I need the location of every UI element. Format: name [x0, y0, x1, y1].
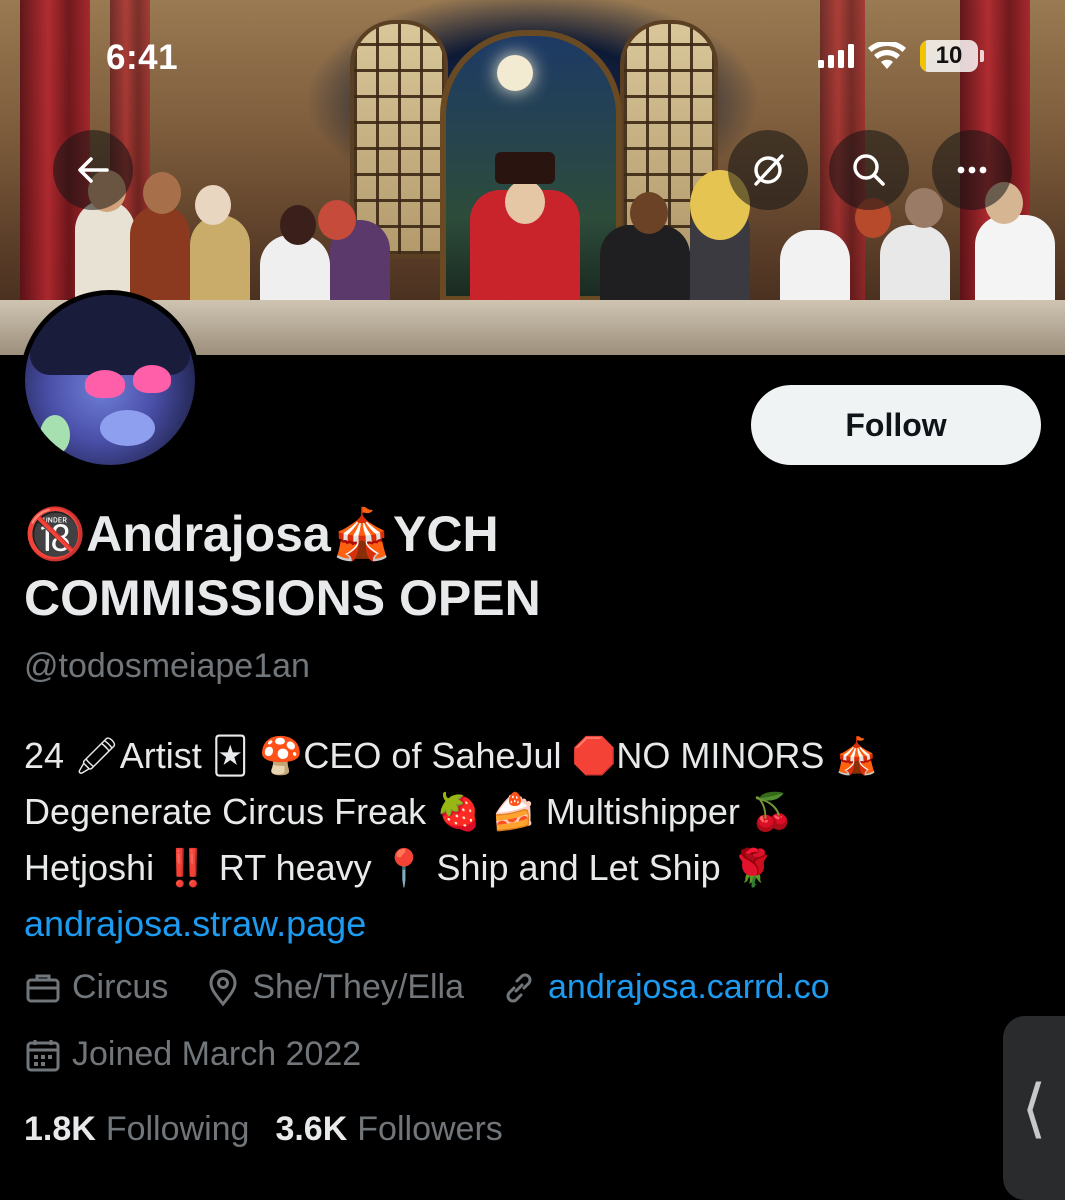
followers-link[interactable]: 3.6K Followers [275, 1110, 502, 1149]
search-icon [853, 154, 885, 186]
more-horizontal-icon [957, 166, 987, 174]
back-button[interactable] [53, 130, 133, 210]
following-count: 1.8K [24, 1110, 96, 1148]
side-panel-tab[interactable]: ⟨ [1003, 1016, 1065, 1200]
bio-line: 24 🖍Artist 🃏 🍄CEO of SaheJul 🛑NO MINORS … [24, 735, 880, 776]
grok-button[interactable] [728, 130, 808, 210]
website[interactable]: andrajosa.carrd.co [500, 968, 830, 1007]
bio: 24 🖍Artist 🃏 🍄CEO of SaheJul 🛑NO MINORS … [24, 728, 1034, 952]
slash-circle-icon [754, 154, 784, 186]
follow-button[interactable]: Follow [751, 385, 1041, 465]
more-button[interactable] [932, 130, 1012, 210]
following-label: Following [105, 1110, 250, 1148]
arrow-left-icon [78, 157, 109, 183]
battery-indicator: 10 [920, 40, 978, 72]
avatar-image [25, 295, 195, 465]
category-label: Circus [72, 968, 169, 1006]
category: Circus [24, 968, 168, 1007]
briefcase-icon [26, 974, 60, 1002]
location-pin-icon [209, 969, 237, 1006]
bio-line: Degenerate Circus Freak 🍓 🍰 Multishipper… [24, 791, 795, 832]
location: She/They/Ella [204, 968, 464, 1007]
followers-label: Followers [357, 1110, 503, 1148]
bio-link[interactable]: andrajosa.straw.page [24, 903, 366, 944]
wifi-icon [868, 42, 906, 69]
handle: @todosmeiape1an [24, 647, 310, 685]
bio-line: Hetjoshi ‼️ RT heavy 📍 Ship and Let Ship… [24, 847, 776, 888]
following-link[interactable]: 1.8K Following [24, 1110, 249, 1149]
display-name: 🔞Andrajosa🎪YCH COMMISSIONS OPEN [24, 506, 541, 626]
battery-percent: 10 [935, 42, 963, 69]
search-button[interactable] [829, 130, 909, 210]
calendar-icon [26, 1039, 60, 1071]
location-label: She/They/Ella [252, 968, 465, 1006]
join-date-label: Joined March 2022 [72, 1035, 362, 1073]
status-icons: 10 [818, 40, 984, 72]
avatar[interactable] [20, 290, 200, 470]
website-link[interactable]: andrajosa.carrd.co [548, 968, 830, 1007]
status-time: 6:41 [106, 38, 179, 77]
chevron-left-icon: ⟨ [1021, 1072, 1047, 1144]
profile-meta: Circus She/They/Ella andrajosa.carrd.co [24, 968, 866, 1007]
follow-stats: 1.8K Following 3.6K Followers [24, 1110, 529, 1149]
followers-count: 3.6K [275, 1110, 348, 1148]
link-icon [506, 973, 532, 1002]
join-date: Joined March 2022 [24, 1035, 361, 1074]
cellular-signal-icon [818, 44, 854, 68]
